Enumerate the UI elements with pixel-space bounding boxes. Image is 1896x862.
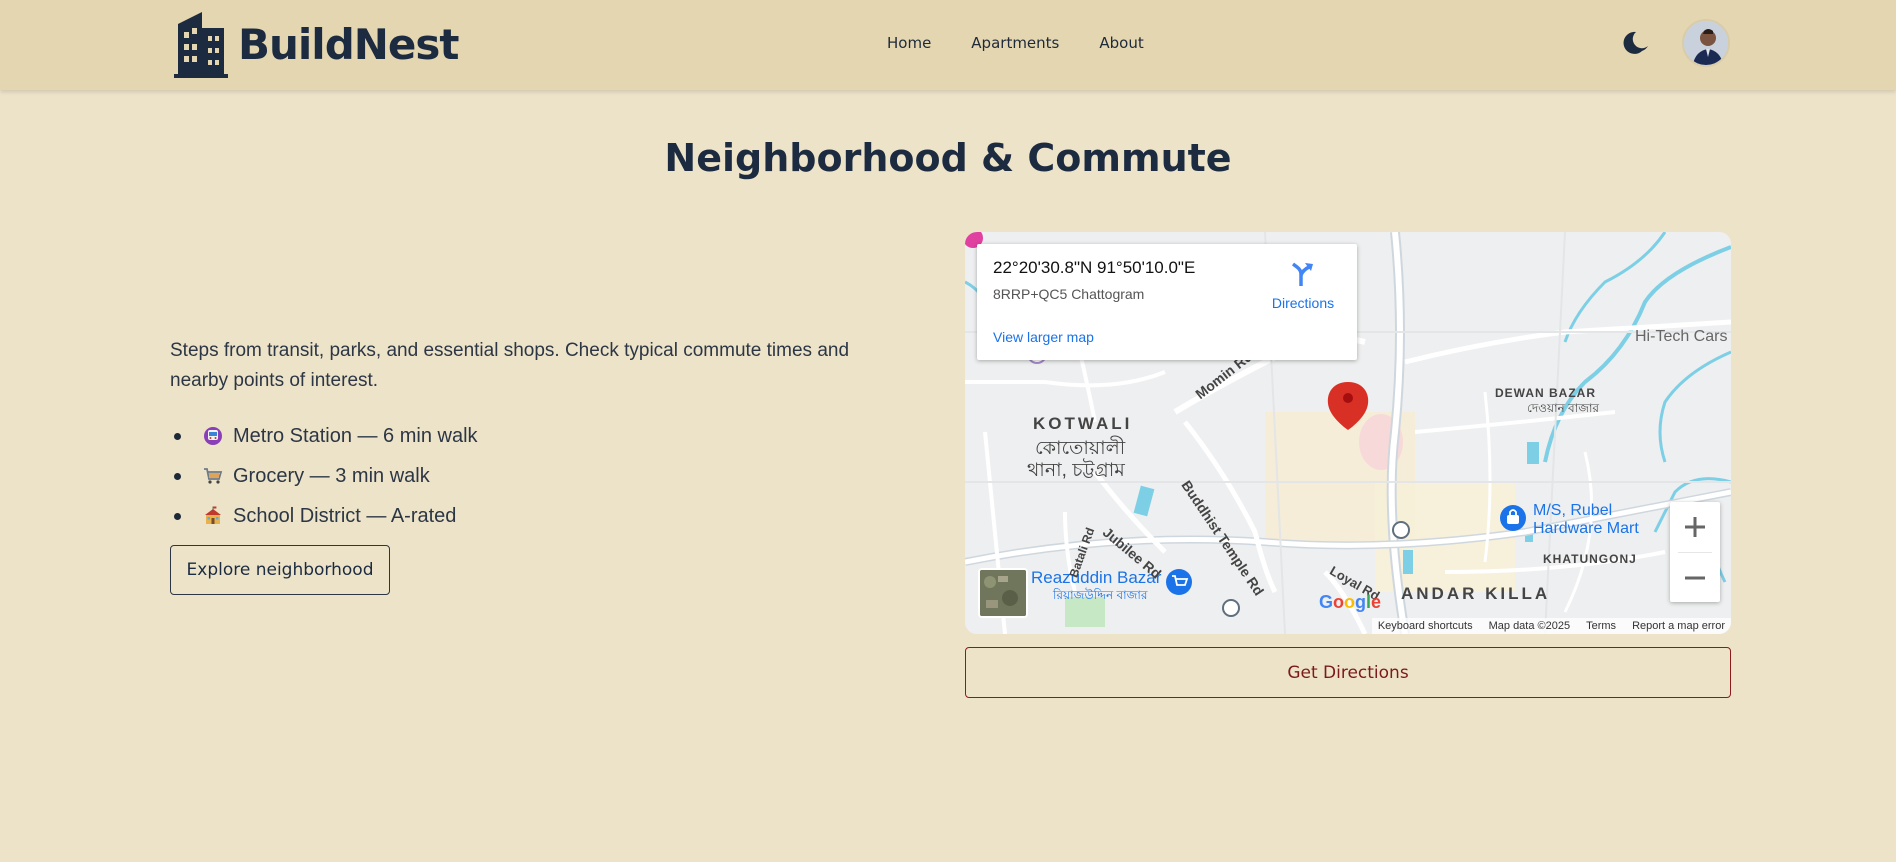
satellite-toggle-button[interactable] <box>978 568 1028 618</box>
map-label-kotwali-bn-2: থানা, চট্টগ্রাম <box>1027 460 1125 481</box>
bullet <box>174 432 181 440</box>
intro-text: Steps from transit, parks, and essential… <box>170 340 850 391</box>
map-label-dewan-bazar-bn: দেওয়ান বাজার <box>1527 401 1600 415</box>
nav-home[interactable]: Home <box>887 34 931 52</box>
school-icon <box>205 506 221 524</box>
map-attribution: Keyboard shortcuts Map data ©2025 Terms … <box>1371 618 1731 634</box>
report-error-link[interactable]: Report a map error <box>1632 620 1725 632</box>
page-title: Neighborhood & Commute <box>664 136 1232 180</box>
map-zoom-controls <box>1670 502 1720 602</box>
bullet <box>174 472 181 480</box>
map-label-khatungonj: KHATUNGONJ <box>1543 552 1637 566</box>
feature-label: Grocery — 3 min walk <box>233 464 430 487</box>
avatar-icon <box>1684 21 1728 65</box>
embedded-map[interactable]: KOTWALI কোতোয়ালী থানা, চট্টগ্রাম DEWAN … <box>965 232 1731 634</box>
map-label-rubel[interactable]: M/S, Rubel <box>1533 502 1612 520</box>
shopping-cart-poi-icon[interactable] <box>1166 569 1192 595</box>
map-label-reazuddin-bn[interactable]: রিয়াজউদ্দিন বাজার <box>1053 587 1147 607</box>
cart-icon <box>204 468 223 484</box>
map-directions-button[interactable]: Directions <box>1263 260 1343 311</box>
bullet <box>174 512 181 520</box>
map-plus-code: 8RRP+QC5 Chattogram <box>993 286 1145 302</box>
main-nav: Home Apartments About <box>887 34 1144 52</box>
map-data-text: Map data ©2025 <box>1488 620 1571 632</box>
theme-toggle-button[interactable] <box>1622 29 1650 62</box>
navbar: BuildNest Home Apartments About <box>0 0 1896 90</box>
list-item: Grocery — 3 min walk <box>170 456 478 496</box>
map-label-hardware[interactable]: Hardware Mart <box>1533 520 1639 538</box>
map-info-card: 22°20'30.8"N 91°50'10.0"E 8RRP+QC5 Chatt… <box>977 244 1357 360</box>
metro-icon <box>204 427 222 445</box>
satellite-thumbnail-icon <box>980 570 1026 616</box>
list-item: Metro Station — 6 min walk <box>170 416 478 456</box>
terms-link[interactable]: Terms <box>1586 620 1616 632</box>
brand-name: BuildNest <box>238 19 459 69</box>
google-logo: Google <box>1319 592 1382 612</box>
keyboard-shortcuts-link[interactable]: Keyboard shortcuts <box>1378 620 1473 632</box>
nav-about[interactable]: About <box>1099 34 1143 52</box>
brand-logo[interactable]: BuildNest <box>172 10 459 78</box>
get-directions-button[interactable]: Get Directions <box>965 647 1731 698</box>
feature-label: Metro Station — 6 min walk <box>233 424 478 447</box>
hardware-store-icon[interactable] <box>1500 505 1526 531</box>
feature-label: School District — A-rated <box>233 504 457 527</box>
map-coordinates: 22°20'30.8"N 91°50'10.0"E <box>993 258 1196 277</box>
view-larger-map-link[interactable]: View larger map <box>993 329 1094 345</box>
directions-label: Directions <box>1271 295 1335 311</box>
building-icon <box>174 12 228 78</box>
explore-neighborhood-button[interactable]: Explore neighborhood <box>170 545 390 595</box>
plus-icon <box>1685 517 1705 537</box>
map-label-andar-killa: ANDAR KILLA <box>1401 584 1551 603</box>
bus-stop-icon[interactable] <box>1392 521 1410 539</box>
map-label-dewan-bazar: DEWAN BAZAR <box>1495 386 1596 400</box>
map-label-hitech[interactable]: Hi-Tech Cars <box>1635 328 1727 346</box>
feature-list: Metro Station — 6 min walk Grocery — 3 m… <box>170 416 478 536</box>
nav-apartments[interactable]: Apartments <box>971 34 1059 52</box>
user-avatar[interactable] <box>1682 19 1730 67</box>
moon-icon <box>1623 31 1648 54</box>
map-label-kotwali: KOTWALI <box>1033 414 1133 433</box>
directions-icon <box>1291 262 1313 286</box>
zoom-out-button[interactable] <box>1670 553 1720 603</box>
minus-icon <box>1685 576 1705 580</box>
zoom-in-button[interactable] <box>1670 502 1720 552</box>
bus-stop-icon[interactable] <box>1222 599 1240 617</box>
list-item: School District — A-rated <box>170 496 478 536</box>
